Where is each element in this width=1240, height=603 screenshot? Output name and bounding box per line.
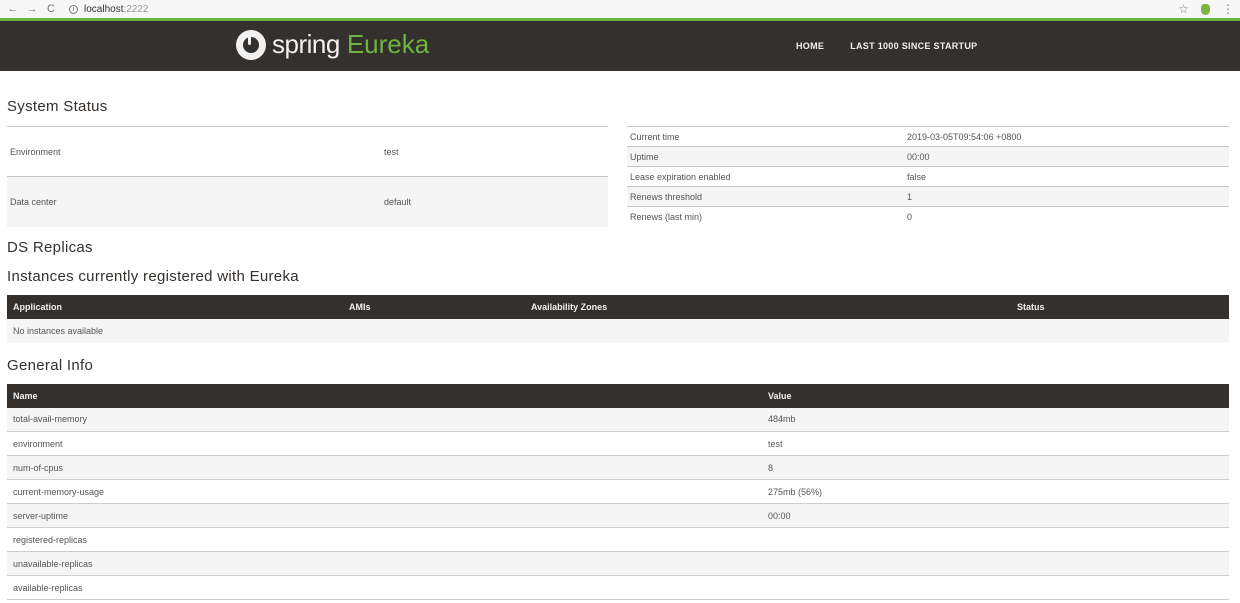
info-value: 00:00: [762, 503, 1229, 528]
info-icon[interactable]: i: [69, 4, 78, 14]
spring-logo-icon: [236, 29, 266, 60]
status-label: Lease expiration enabled: [627, 166, 904, 187]
table-row: registered-replicas: [7, 527, 1229, 552]
logo-spring-text: spring: [272, 29, 340, 59]
status-label: Renews (last min): [627, 206, 904, 227]
status-value: 1: [904, 186, 1229, 207]
status-value: test: [381, 126, 608, 177]
ds-replicas-title: DS Replicas: [7, 238, 93, 256]
status-label: Environment: [7, 126, 381, 177]
general-info-title: General Info: [7, 356, 94, 374]
status-value: 2019-03-05T09:54:06 +0800: [904, 126, 1229, 147]
table-row: Lease expiration enabled false: [627, 166, 1229, 187]
status-label: Current time: [627, 126, 904, 147]
info-value: 484mb: [762, 407, 1229, 432]
info-name: server-uptime: [7, 503, 762, 528]
table-header-row: Name Value: [7, 383, 1229, 408]
table-row: No instances available: [7, 318, 1229, 343]
table-row: server-uptime 00:00: [7, 503, 1229, 528]
status-value: 0: [904, 206, 1229, 227]
instances-title: Instances currently registered with Eure…: [7, 267, 299, 285]
empty-instances-message: No instances available: [7, 318, 1229, 343]
address-bar[interactable]: i localhost:2222: [69, 4, 149, 15]
info-value: test: [762, 431, 1229, 456]
table-row: Renews threshold 1: [627, 186, 1229, 207]
system-status-left-table: Environment test Data center default: [7, 126, 608, 227]
browser-menu-icon[interactable]: ⋮: [1222, 2, 1234, 16]
browser-toolbar: ← → C i localhost:2222 ☆ ⋮: [0, 0, 1240, 18]
nav-home-link[interactable]: HOME: [796, 41, 824, 51]
system-status-tables: Environment test Data center default Cur…: [7, 126, 1229, 227]
table-row: Data center default: [7, 176, 608, 227]
column-header-application: Application: [7, 294, 343, 319]
table-row: unavailable-replicas: [7, 551, 1229, 576]
url-host: localhost: [84, 3, 124, 15]
general-info-table: Name Value total-avail-memory 484mb envi…: [7, 383, 1229, 600]
status-value: default: [381, 176, 608, 227]
reload-icon[interactable]: C: [44, 3, 58, 15]
info-value: [762, 527, 1229, 552]
system-status-title: System Status: [7, 98, 108, 115]
column-header-status: Status: [1011, 294, 1229, 319]
info-name: available-replicas: [7, 575, 762, 600]
table-row: num-of-cpus 8: [7, 455, 1229, 480]
info-value: [762, 575, 1229, 600]
spring-eureka-logo[interactable]: spring Eureka: [236, 29, 429, 60]
info-value: 275mb (56%): [762, 479, 1229, 504]
extension-icon[interactable]: [1201, 3, 1210, 15]
info-value: [762, 551, 1229, 576]
table-row: Uptime 00:00: [627, 146, 1229, 167]
table-row: current-memory-usage 275mb (56%): [7, 479, 1229, 504]
info-value: 8: [762, 455, 1229, 480]
status-label: Data center: [7, 176, 381, 227]
logo-eureka-text: Eureka: [346, 29, 430, 59]
url-port: :2222: [123, 3, 149, 15]
top-nav: HOME LAST 1000 SINCE STARTUP: [796, 41, 977, 51]
table-header-row: Application AMIs Availability Zones Stat…: [7, 294, 1229, 319]
forward-icon[interactable]: →: [25, 3, 39, 15]
bookmark-star-icon[interactable]: ☆: [1178, 2, 1189, 16]
table-row: environment test: [7, 431, 1229, 456]
main-content: System Status Environment test Data cent…: [0, 98, 1240, 600]
column-header-value: Value: [762, 383, 1229, 408]
status-value: false: [904, 166, 1229, 187]
info-name: registered-replicas: [7, 527, 762, 552]
column-header-amis: AMIs: [343, 294, 525, 319]
table-row: available-replicas: [7, 575, 1229, 600]
info-name: num-of-cpus: [7, 455, 762, 480]
status-value: 00:00: [904, 146, 1229, 167]
info-name: total-avail-memory: [7, 407, 762, 432]
system-status-right-table: Current time 2019-03-05T09:54:06 +0800 U…: [627, 126, 1229, 227]
nav-last-1000-link[interactable]: LAST 1000 SINCE STARTUP: [850, 41, 977, 51]
info-name: environment: [7, 431, 762, 456]
back-icon[interactable]: ←: [6, 3, 20, 15]
info-name: unavailable-replicas: [7, 551, 762, 576]
table-row: Environment test: [7, 126, 608, 177]
column-header-availability-zones: Availability Zones: [525, 294, 1011, 319]
status-label: Renews threshold: [627, 186, 904, 207]
table-row: total-avail-memory 484mb: [7, 407, 1229, 432]
status-label: Uptime: [627, 146, 904, 167]
table-row: Current time 2019-03-05T09:54:06 +0800: [627, 126, 1229, 147]
info-name: current-memory-usage: [7, 479, 762, 504]
table-row: Renews (last min) 0: [627, 206, 1229, 227]
eureka-header: spring Eureka HOME LAST 1000 SINCE START…: [0, 21, 1240, 71]
instances-table: Application AMIs Availability Zones Stat…: [7, 294, 1229, 343]
column-header-name: Name: [7, 383, 762, 408]
